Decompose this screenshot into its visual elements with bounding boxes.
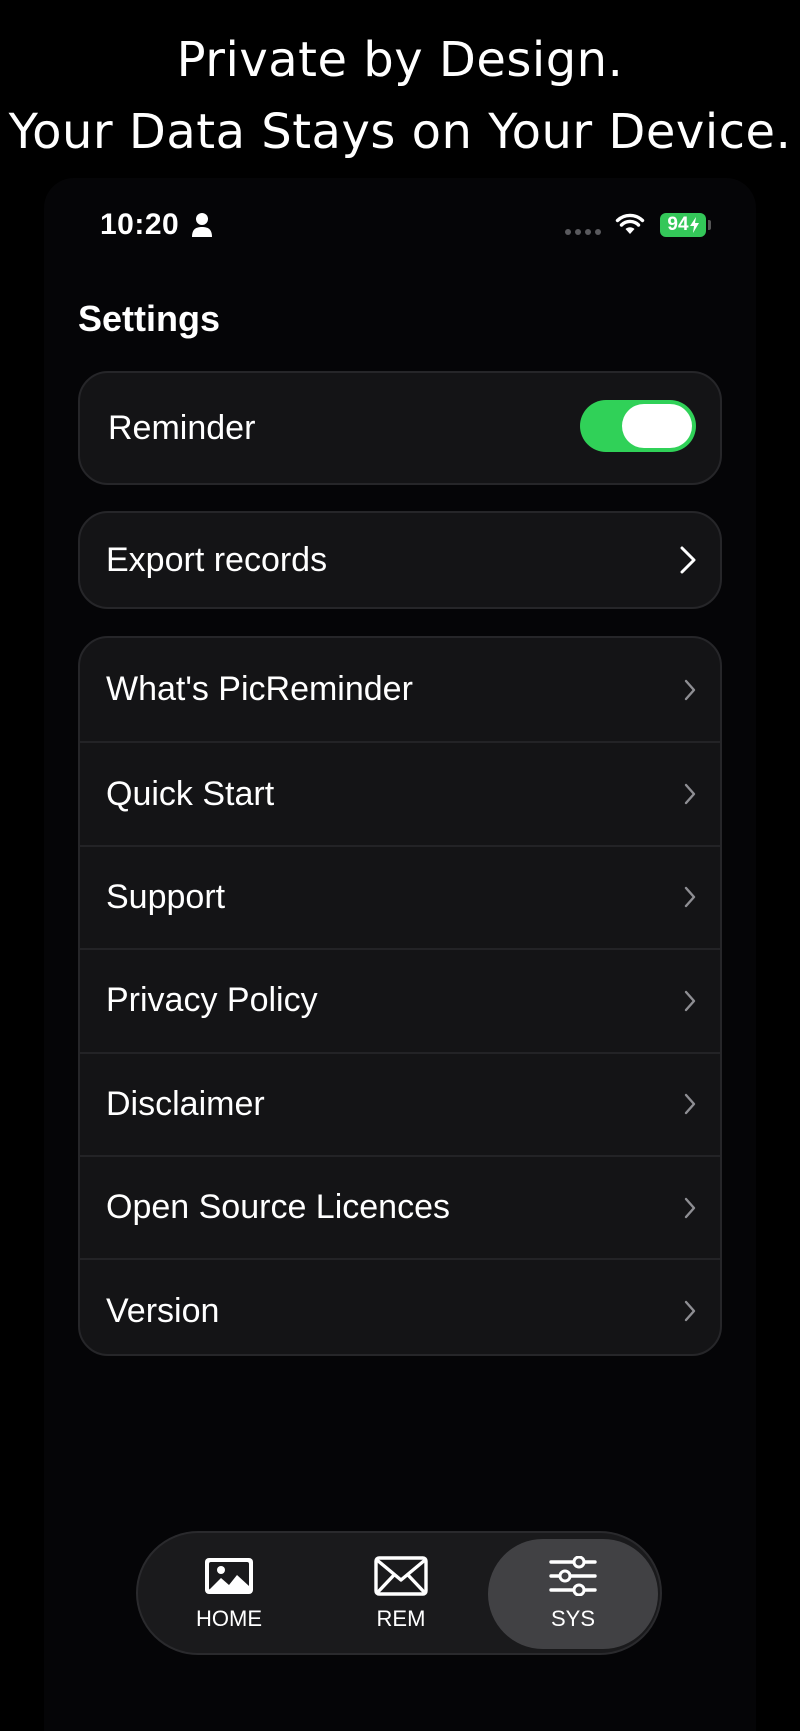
promo-headline-line1: Private by Design. bbox=[176, 32, 624, 88]
tab-label: SYS bbox=[550, 1606, 596, 1631]
list-item-label: Disclaimer bbox=[106, 1084, 265, 1123]
chevron-right-icon bbox=[684, 783, 696, 805]
tab-bar: HOME REM SYS bbox=[136, 1531, 662, 1655]
chevron-right-icon bbox=[684, 1300, 696, 1322]
envelope-icon bbox=[374, 1556, 428, 1596]
list-item-disclaimer[interactable]: Disclaimer bbox=[80, 1051, 720, 1155]
page-title: Settings bbox=[78, 298, 221, 339]
list-item-privacy-policy[interactable]: Privacy Policy bbox=[80, 948, 720, 1051]
reminder-label: Reminder bbox=[108, 408, 256, 447]
reminder-card: Reminder bbox=[78, 371, 722, 485]
chevron-right-icon bbox=[680, 546, 696, 574]
signal-icon bbox=[565, 229, 601, 235]
wifi-icon bbox=[615, 213, 645, 234]
chevron-right-icon bbox=[684, 1197, 696, 1218]
tab-label: REM bbox=[376, 1606, 426, 1631]
list-item-label: Open Source Licences bbox=[106, 1188, 450, 1227]
export-records-row[interactable]: Export records bbox=[80, 513, 720, 607]
export-records-label: Export records bbox=[106, 540, 328, 579]
list-item-version[interactable]: Version bbox=[80, 1258, 720, 1354]
phone-screen: 10:20 94 Settings Reminder Export record… bbox=[44, 178, 756, 1731]
battery-tip bbox=[708, 220, 711, 230]
list-item-open-source-licences[interactable]: Open Source Licences bbox=[80, 1154, 720, 1258]
battery-icon: 94 bbox=[660, 213, 706, 237]
chevron-right-icon bbox=[684, 990, 696, 1012]
reminder-toggle-knob bbox=[622, 404, 692, 448]
chevron-right-icon bbox=[684, 887, 696, 908]
charging-bolt-icon bbox=[689, 217, 699, 233]
list-item-support[interactable]: Support bbox=[80, 844, 720, 948]
reminder-row: Reminder bbox=[80, 373, 720, 483]
tab-label: HOME bbox=[196, 1606, 262, 1631]
sliders-icon bbox=[549, 1556, 597, 1596]
export-card: Export records bbox=[78, 511, 722, 609]
list-item-label: What's PicReminder bbox=[106, 670, 413, 709]
list-item-label: Privacy Policy bbox=[106, 981, 318, 1020]
promo-headline-line2: Your Data Stays on Your Device. bbox=[8, 104, 792, 160]
chevron-right-icon bbox=[684, 1094, 696, 1115]
info-list-card: What's PicReminder Quick Start Support P… bbox=[78, 636, 722, 1356]
status-bar: 10:20 94 bbox=[44, 178, 756, 268]
battery-level: 94 bbox=[667, 214, 689, 235]
tab-rem[interactable]: REM bbox=[316, 1539, 486, 1649]
promo-headline: Private by Design. Your Data Stays on Yo… bbox=[0, 24, 800, 168]
chevron-right-icon bbox=[684, 679, 696, 700]
tab-home[interactable]: HOME bbox=[144, 1539, 314, 1649]
tab-sys[interactable]: SYS bbox=[488, 1539, 658, 1649]
list-item-label: Version bbox=[106, 1291, 220, 1330]
person-icon bbox=[192, 213, 212, 237]
list-item-whats-picreminder[interactable]: What's PicReminder bbox=[80, 638, 720, 741]
list-item-label: Support bbox=[106, 877, 226, 916]
list-item-quick-start[interactable]: Quick Start bbox=[80, 741, 720, 844]
image-icon bbox=[205, 1558, 253, 1594]
reminder-toggle[interactable] bbox=[580, 400, 696, 452]
status-time: 10:20 bbox=[100, 208, 180, 241]
list-item-label: Quick Start bbox=[106, 774, 275, 813]
